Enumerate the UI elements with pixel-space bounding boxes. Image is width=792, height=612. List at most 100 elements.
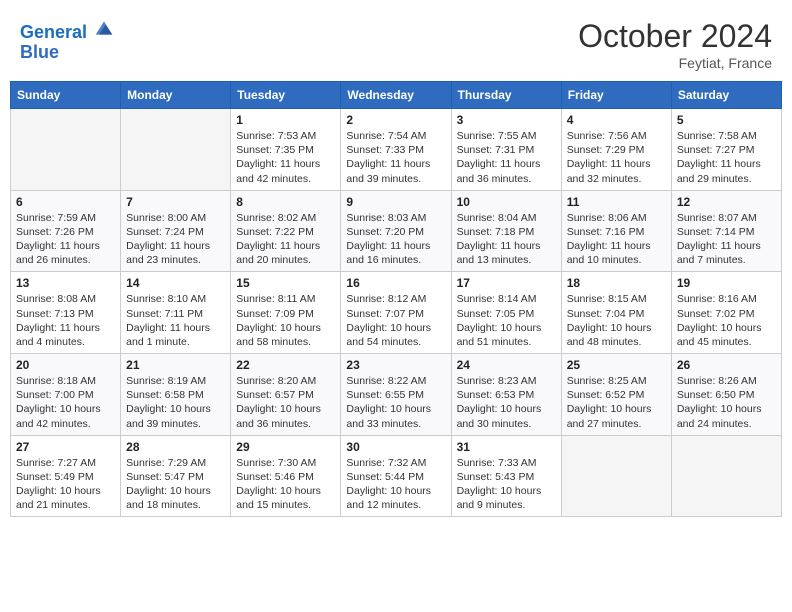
day-info: Sunrise: 8:00 AMSunset: 7:24 PMDaylight:…: [126, 211, 225, 268]
day-number: 23: [346, 358, 445, 372]
day-info: Sunrise: 8:16 AMSunset: 7:02 PMDaylight:…: [677, 292, 776, 349]
day-number: 10: [457, 195, 556, 209]
calendar-cell: [121, 109, 231, 191]
calendar-cell: 19 Sunrise: 8:16 AMSunset: 7:02 PMDayligh…: [671, 272, 781, 354]
calendar-week-3: 20Sunrise: 8:18 AMSunset: 7:00 PMDayligh…: [11, 354, 782, 436]
calendar-cell: 12 Sunrise: 8:07 AMSunset: 7:14 PMDayligh…: [671, 190, 781, 272]
day-number: 31: [457, 440, 556, 454]
calendar-cell: 4 Sunrise: 7:56 AMSunset: 7:29 PMDaylight…: [561, 109, 671, 191]
calendar-cell: 16Sunrise: 8:12 AMSunset: 7:07 PMDayligh…: [341, 272, 451, 354]
day-number: 13: [16, 276, 115, 290]
calendar-week-2: 13 Sunrise: 8:08 AMSunset: 7:13 PMDayligh…: [11, 272, 782, 354]
day-info: Sunrise: 7:30 AMSunset: 5:46 PMDaylight:…: [236, 456, 335, 513]
day-info: Sunrise: 8:18 AMSunset: 7:00 PMDaylight:…: [16, 374, 115, 431]
calendar-cell: [671, 435, 781, 517]
day-number: 26: [677, 358, 776, 372]
day-info: Sunrise: 7:59 AMSunset: 7:26 PMDaylight:…: [16, 211, 115, 268]
day-info: Sunrise: 8:19 AMSunset: 6:58 PMDaylight:…: [126, 374, 225, 431]
day-number: 5: [677, 113, 776, 127]
calendar-cell: 6 Sunrise: 7:59 AMSunset: 7:26 PMDaylight…: [11, 190, 121, 272]
logo-icon: [94, 18, 114, 38]
title-block: October 2024 Feytiat, France: [578, 18, 772, 71]
day-number: 17: [457, 276, 556, 290]
day-info: Sunrise: 7:54 AMSunset: 7:33 PMDaylight:…: [346, 129, 445, 186]
calendar-cell: 26 Sunrise: 8:26 AMSunset: 6:50 PMDayligh…: [671, 354, 781, 436]
day-number: 4: [567, 113, 666, 127]
day-info: Sunrise: 8:15 AMSunset: 7:04 PMDaylight:…: [567, 292, 666, 349]
day-info: Sunrise: 7:53 AMSunset: 7:35 PMDaylight:…: [236, 129, 335, 186]
day-number: 15: [236, 276, 335, 290]
logo: General Blue: [20, 18, 114, 63]
day-number: 16: [346, 276, 445, 290]
logo-text: General: [20, 18, 114, 43]
month-title: October 2024: [578, 18, 772, 55]
page-header: General Blue October 2024 Feytiat, Franc…: [10, 10, 782, 75]
calendar-table: SundayMondayTuesdayWednesdayThursdayFrid…: [10, 81, 782, 517]
calendar-cell: 29 Sunrise: 7:30 AMSunset: 5:46 PMDayligh…: [231, 435, 341, 517]
day-number: 18: [567, 276, 666, 290]
col-header-thursday: Thursday: [451, 82, 561, 109]
calendar-cell: 3 Sunrise: 7:55 AMSunset: 7:31 PMDaylight…: [451, 109, 561, 191]
day-info: Sunrise: 8:06 AMSunset: 7:16 PMDaylight:…: [567, 211, 666, 268]
day-info: Sunrise: 7:29 AMSunset: 5:47 PMDaylight:…: [126, 456, 225, 513]
calendar-cell: 15Sunrise: 8:11 AMSunset: 7:09 PMDayligh…: [231, 272, 341, 354]
calendar-cell: [11, 109, 121, 191]
calendar-cell: 13 Sunrise: 8:08 AMSunset: 7:13 PMDayligh…: [11, 272, 121, 354]
calendar-cell: 5 Sunrise: 7:58 AMSunset: 7:27 PMDaylight…: [671, 109, 781, 191]
day-info: Sunrise: 8:20 AMSunset: 6:57 PMDaylight:…: [236, 374, 335, 431]
calendar-cell: [561, 435, 671, 517]
day-info: Sunrise: 8:14 AMSunset: 7:05 PMDaylight:…: [457, 292, 556, 349]
day-number: 9: [346, 195, 445, 209]
day-number: 7: [126, 195, 225, 209]
calendar-cell: 2Sunrise: 7:54 AMSunset: 7:33 PMDaylight…: [341, 109, 451, 191]
day-info: Sunrise: 8:08 AMSunset: 7:13 PMDaylight:…: [16, 292, 115, 349]
calendar-cell: 22Sunrise: 8:20 AMSunset: 6:57 PMDayligh…: [231, 354, 341, 436]
calendar-cell: 17 Sunrise: 8:14 AMSunset: 7:05 PMDayligh…: [451, 272, 561, 354]
day-info: Sunrise: 8:23 AMSunset: 6:53 PMDaylight:…: [457, 374, 556, 431]
day-number: 27: [16, 440, 115, 454]
calendar-cell: 1 Sunrise: 7:53 AMSunset: 7:35 PMDaylight…: [231, 109, 341, 191]
calendar-cell: 7 Sunrise: 8:00 AMSunset: 7:24 PMDaylight…: [121, 190, 231, 272]
day-number: 25: [567, 358, 666, 372]
day-number: 28: [126, 440, 225, 454]
col-header-tuesday: Tuesday: [231, 82, 341, 109]
day-info: Sunrise: 8:26 AMSunset: 6:50 PMDaylight:…: [677, 374, 776, 431]
calendar-cell: 31 Sunrise: 7:33 AMSunset: 5:43 PMDayligh…: [451, 435, 561, 517]
day-info: Sunrise: 7:27 AMSunset: 5:49 PMDaylight:…: [16, 456, 115, 513]
day-info: Sunrise: 7:56 AMSunset: 7:29 PMDaylight:…: [567, 129, 666, 186]
calendar-week-4: 27 Sunrise: 7:27 AMSunset: 5:49 PMDayligh…: [11, 435, 782, 517]
day-info: Sunrise: 8:22 AMSunset: 6:55 PMDaylight:…: [346, 374, 445, 431]
calendar-cell: 10Sunrise: 8:04 AMSunset: 7:18 PMDayligh…: [451, 190, 561, 272]
day-number: 12: [677, 195, 776, 209]
day-number: 14: [126, 276, 225, 290]
day-number: 24: [457, 358, 556, 372]
calendar-cell: 23 Sunrise: 8:22 AMSunset: 6:55 PMDayligh…: [341, 354, 451, 436]
day-number: 11: [567, 195, 666, 209]
calendar-cell: 27 Sunrise: 7:27 AMSunset: 5:49 PMDayligh…: [11, 435, 121, 517]
calendar-cell: 28 Sunrise: 7:29 AMSunset: 5:47 PMDayligh…: [121, 435, 231, 517]
day-number: 6: [16, 195, 115, 209]
calendar-cell: 24 Sunrise: 8:23 AMSunset: 6:53 PMDayligh…: [451, 354, 561, 436]
col-header-friday: Friday: [561, 82, 671, 109]
day-info: Sunrise: 7:33 AMSunset: 5:43 PMDaylight:…: [457, 456, 556, 513]
col-header-wednesday: Wednesday: [341, 82, 451, 109]
day-info: Sunrise: 7:32 AMSunset: 5:44 PMDaylight:…: [346, 456, 445, 513]
calendar-cell: 25Sunrise: 8:25 AMSunset: 6:52 PMDayligh…: [561, 354, 671, 436]
day-info: Sunrise: 8:07 AMSunset: 7:14 PMDaylight:…: [677, 211, 776, 268]
day-number: 19: [677, 276, 776, 290]
day-number: 8: [236, 195, 335, 209]
calendar-cell: 11 Sunrise: 8:06 AMSunset: 7:16 PMDayligh…: [561, 190, 671, 272]
col-header-monday: Monday: [121, 82, 231, 109]
day-info: Sunrise: 7:55 AMSunset: 7:31 PMDaylight:…: [457, 129, 556, 186]
col-header-sunday: Sunday: [11, 82, 121, 109]
calendar-cell: 9Sunrise: 8:03 AMSunset: 7:20 PMDaylight…: [341, 190, 451, 272]
calendar-week-1: 6 Sunrise: 7:59 AMSunset: 7:26 PMDaylight…: [11, 190, 782, 272]
day-info: Sunrise: 8:02 AMSunset: 7:22 PMDaylight:…: [236, 211, 335, 268]
calendar-cell: 30Sunrise: 7:32 AMSunset: 5:44 PMDayligh…: [341, 435, 451, 517]
calendar-cell: 20Sunrise: 8:18 AMSunset: 7:00 PMDayligh…: [11, 354, 121, 436]
day-info: Sunrise: 7:58 AMSunset: 7:27 PMDaylight:…: [677, 129, 776, 186]
day-number: 3: [457, 113, 556, 127]
day-number: 29: [236, 440, 335, 454]
location: Feytiat, France: [578, 55, 772, 71]
day-number: 1: [236, 113, 335, 127]
